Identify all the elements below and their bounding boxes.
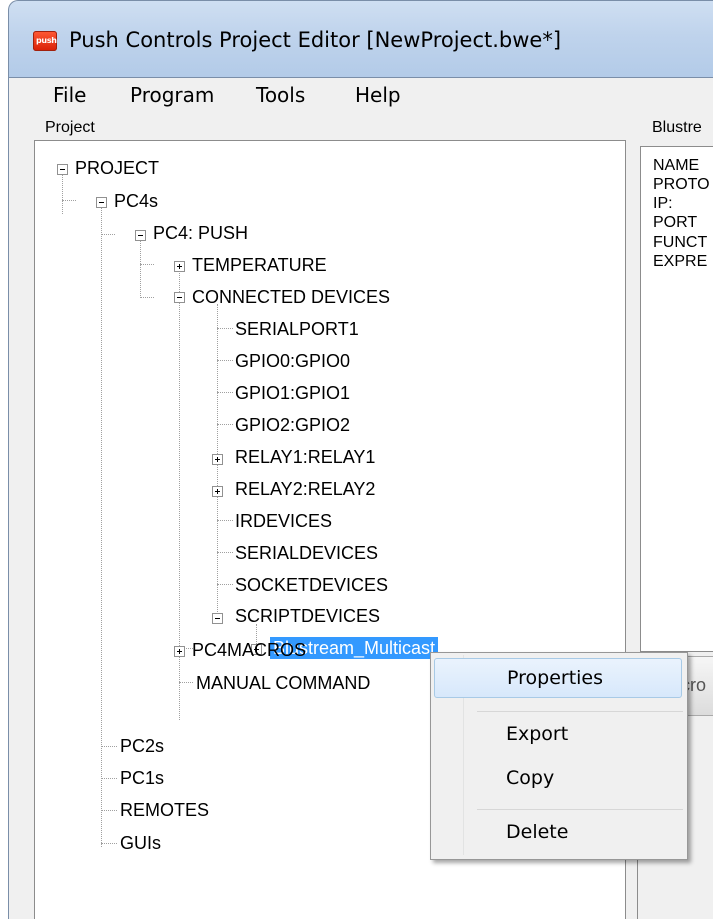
menu-item-properties[interactable]: Properties xyxy=(434,658,682,698)
properties-label: Properties xyxy=(507,667,604,689)
menu-item-delete[interactable]: Delete xyxy=(434,815,682,855)
tree-node-serialport1[interactable]: SERIALPORT1 xyxy=(235,318,359,340)
collapse-icon[interactable] xyxy=(212,613,223,624)
context-menu: Properties Export Copy Delete xyxy=(430,652,688,860)
menu-program[interactable]: Program xyxy=(130,81,214,109)
push-app-icon: push xyxy=(33,31,57,51)
title-bar[interactable]: push Push Controls Project Editor [NewPr… xyxy=(8,0,713,78)
tree-node-irdevices[interactable]: IRDEVICES xyxy=(235,510,332,532)
menu-item-copy[interactable]: Copy xyxy=(434,761,682,801)
menu-tools[interactable]: Tools xyxy=(256,81,305,109)
export-label: Export xyxy=(506,723,569,745)
menu-file[interactable]: File xyxy=(53,81,86,109)
prop-expression: EXPRE xyxy=(653,253,708,270)
tree-node-relay1[interactable]: RELAY1:RELAY1 xyxy=(235,446,375,468)
app-icon-text: push xyxy=(36,36,57,45)
menu-item-export[interactable]: Export xyxy=(434,717,682,757)
prop-port: PORT xyxy=(653,214,698,231)
prop-function: FUNCT xyxy=(653,234,708,251)
expand-icon[interactable] xyxy=(174,646,185,657)
prop-ip: IP: xyxy=(653,195,673,212)
properties-box: NAME PROTO IP: PORT FUNCT EXPRE xyxy=(640,146,713,652)
menu-help[interactable]: Help xyxy=(355,81,401,109)
menu-separator xyxy=(477,809,683,810)
tree-node-gpio1[interactable]: GPIO1:GPIO1 xyxy=(235,382,350,404)
prop-protocol: PROTO xyxy=(653,176,710,193)
collapse-icon[interactable] xyxy=(57,164,68,175)
tree-node-scriptdevices[interactable]: SCRIPTDEVICES xyxy=(235,605,380,627)
copy-label: Copy xyxy=(506,767,555,789)
app-window: push Push Controls Project Editor [NewPr… xyxy=(0,0,713,919)
delete-label: Delete xyxy=(506,821,569,843)
menu-separator xyxy=(477,711,683,712)
prop-name: NAME xyxy=(653,157,700,174)
tree-node-temperature[interactable]: TEMPERATURE xyxy=(192,254,327,276)
tree-node-gpio2[interactable]: GPIO2:GPIO2 xyxy=(235,414,350,436)
tree-node-guis[interactable]: GUIs xyxy=(120,832,161,854)
tree-node-pc2s[interactable]: PC2s xyxy=(120,735,164,757)
tree-node-relay2[interactable]: RELAY2:RELAY2 xyxy=(235,478,375,500)
window-title: Push Controls Project Editor [NewProject… xyxy=(69,28,562,52)
tree-node-serialdevices[interactable]: SERIALDEVICES xyxy=(235,542,378,564)
expand-icon[interactable] xyxy=(212,486,223,497)
tree-node-manual-command[interactable]: MANUAL COMMAND xyxy=(196,672,370,694)
expand-icon[interactable] xyxy=(212,454,223,465)
properties-group-label: Blustre xyxy=(650,119,704,137)
collapse-icon[interactable] xyxy=(135,230,146,241)
tree-node-remotes[interactable]: REMOTES xyxy=(120,799,209,821)
tree-node-project[interactable]: PROJECT xyxy=(75,157,159,179)
tree-node-gpio0[interactable]: GPIO0:GPIO0 xyxy=(235,350,350,372)
menu-bar: File Program Tools Help xyxy=(9,78,713,114)
collapse-icon[interactable] xyxy=(96,197,107,208)
project-group-label: Project xyxy=(43,119,97,137)
expand-icon[interactable] xyxy=(174,261,185,272)
collapse-icon[interactable] xyxy=(174,292,185,303)
tree-node-pc4-push[interactable]: PC4: PUSH xyxy=(153,222,248,244)
tree-node-pc4s[interactable]: PC4s xyxy=(114,190,158,212)
tree-node-pc1s[interactable]: PC1s xyxy=(120,767,164,789)
tree-node-pc4macros[interactable]: PC4MACROS xyxy=(192,639,306,661)
tree-node-connected-devices[interactable]: CONNECTED DEVICES xyxy=(192,286,390,308)
tree-node-socketdevices[interactable]: SOCKETDEVICES xyxy=(235,574,388,596)
